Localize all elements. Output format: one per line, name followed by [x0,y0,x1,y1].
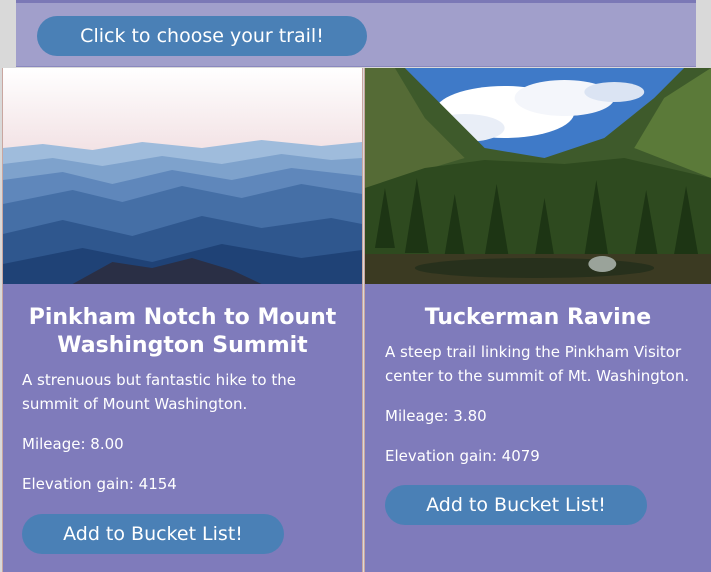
trail-title: Tuckerman Ravine [424,305,652,330]
choose-trail-button[interactable]: Click to choose your trail! [37,16,367,56]
trail-elevation-gain: Elevation gain: 4079 [385,447,540,465]
mountain-ridges-image [3,68,362,284]
trail-card-pinkham: Pinkham Notch to Mount Washington Summit… [2,68,363,572]
trail-card-tuckerman: Tuckerman Ravine A steep trail linking t… [364,68,711,572]
trail-description: A steep trail linking the Pinkham Visito… [385,343,690,385]
trail-chooser-bar: Click to choose your trail! [16,0,696,67]
trail-title: Pinkham Notch to Mount Washington Summit [28,305,337,358]
forested-ravine-image [365,68,711,284]
add-to-bucket-list-button[interactable]: Add to Bucket List! [385,485,647,525]
trail-mileage: Mileage: 8.00 [22,435,124,453]
add-to-bucket-list-button[interactable]: Add to Bucket List! [22,514,284,554]
trail-mileage: Mileage: 3.80 [385,407,487,425]
trail-elevation-gain: Elevation gain: 4154 [22,475,177,493]
trail-description: A strenuous but fantastic hike to the su… [22,371,296,413]
